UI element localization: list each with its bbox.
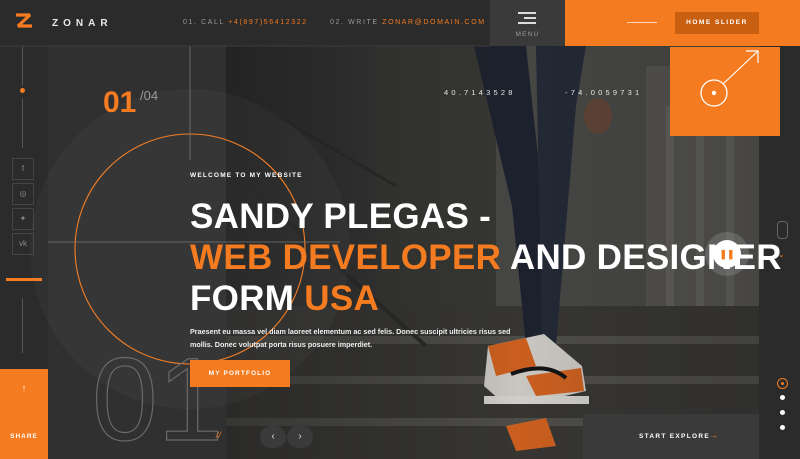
my-portfolio-button[interactable]: MY PORTFOLIO — [190, 360, 290, 387]
headline-from: FORM — [190, 279, 305, 318]
slide-total: /04 — [140, 88, 159, 103]
arrow-up-icon: ↑ — [21, 383, 27, 393]
headline-line-2: WEB DEVELOPER AND DESIGNER — [190, 237, 782, 278]
slash-decoration: // — [216, 430, 222, 440]
contact-call: 01. CALL +4(897)56412322 — [183, 19, 308, 26]
menu-label: MENU — [515, 31, 540, 38]
start-explore-button[interactable]: START EXPLORE → — [583, 414, 759, 459]
pager-dot[interactable] — [780, 410, 785, 415]
compass-icon — [700, 50, 759, 107]
chevron-down-icon: ⌄ — [778, 250, 785, 259]
pager-dot[interactable] — [780, 425, 785, 430]
pause-icon: ❚❚ — [713, 240, 741, 268]
write-value[interactable]: ZONAR@DOMAIN.COM — [382, 19, 485, 26]
hamburger-icon — [518, 12, 536, 24]
write-label: 02. WRITE — [330, 19, 379, 26]
instagram-icon[interactable]: ◎ — [12, 183, 34, 205]
slide-current: 01 — [103, 86, 137, 119]
orange-square-panel — [670, 47, 780, 136]
headline-accent-country: USA — [304, 279, 380, 318]
logo-icon[interactable] — [14, 12, 34, 32]
call-value[interactable]: +4(897)56412322 — [228, 19, 307, 26]
prev-slide-button[interactable]: ‹ — [260, 426, 286, 448]
facebook-icon[interactable]: f — [12, 158, 34, 180]
rail-dot-icon — [20, 88, 25, 93]
rail-divider — [22, 46, 23, 86]
pager-dot[interactable] — [780, 395, 785, 400]
twitter-icon[interactable]: ✦ — [12, 208, 34, 230]
headline-line-3: FORM USA — [190, 278, 782, 319]
longitude-readout: -74.0059731 — [565, 88, 643, 97]
headline-line-1: SANDY PLEGAS - — [190, 197, 492, 236]
vk-icon[interactable]: vk — [12, 233, 34, 255]
hero-headline: SANDY PLEGAS - WEB DEVELOPER AND DESIGNE… — [190, 196, 782, 319]
menu-button[interactable]: MENU — [490, 0, 565, 46]
share-button[interactable]: ↑ SHARE — [0, 369, 48, 459]
headline-accent-role: WEB DEVELOPER — [190, 238, 502, 277]
latitude-readout: 40.7143528 — [444, 88, 516, 97]
header-orange-panel: HOME SLIDER — [565, 0, 800, 47]
rail-accent-bar — [6, 278, 42, 281]
brand-name[interactable]: ZONAR — [52, 18, 113, 29]
rail-divider — [22, 298, 23, 353]
share-label: SHARE — [10, 433, 38, 440]
start-explore-label: START EXPLORE — [639, 433, 710, 440]
call-label: 01. CALL — [183, 19, 225, 26]
mouse-scroll-icon[interactable] — [777, 221, 788, 239]
welcome-text: WELCOME TO MY WEBSITE — [190, 172, 303, 179]
home-slider-button[interactable]: HOME SLIDER — [675, 12, 759, 34]
rail-divider — [22, 98, 23, 148]
hero-description: Praesent eu massa vel diam laoreet eleme… — [190, 327, 511, 349]
next-slide-button[interactable]: › — [287, 426, 313, 448]
decorative-line — [627, 22, 657, 23]
pager-dot-active[interactable] — [777, 378, 788, 389]
contact-write: 02. WRITE ZONAR@DOMAIN.COM — [330, 19, 486, 26]
arrow-right-icon: → — [709, 430, 718, 440]
pause-button[interactable]: ❚❚ — [705, 232, 749, 276]
